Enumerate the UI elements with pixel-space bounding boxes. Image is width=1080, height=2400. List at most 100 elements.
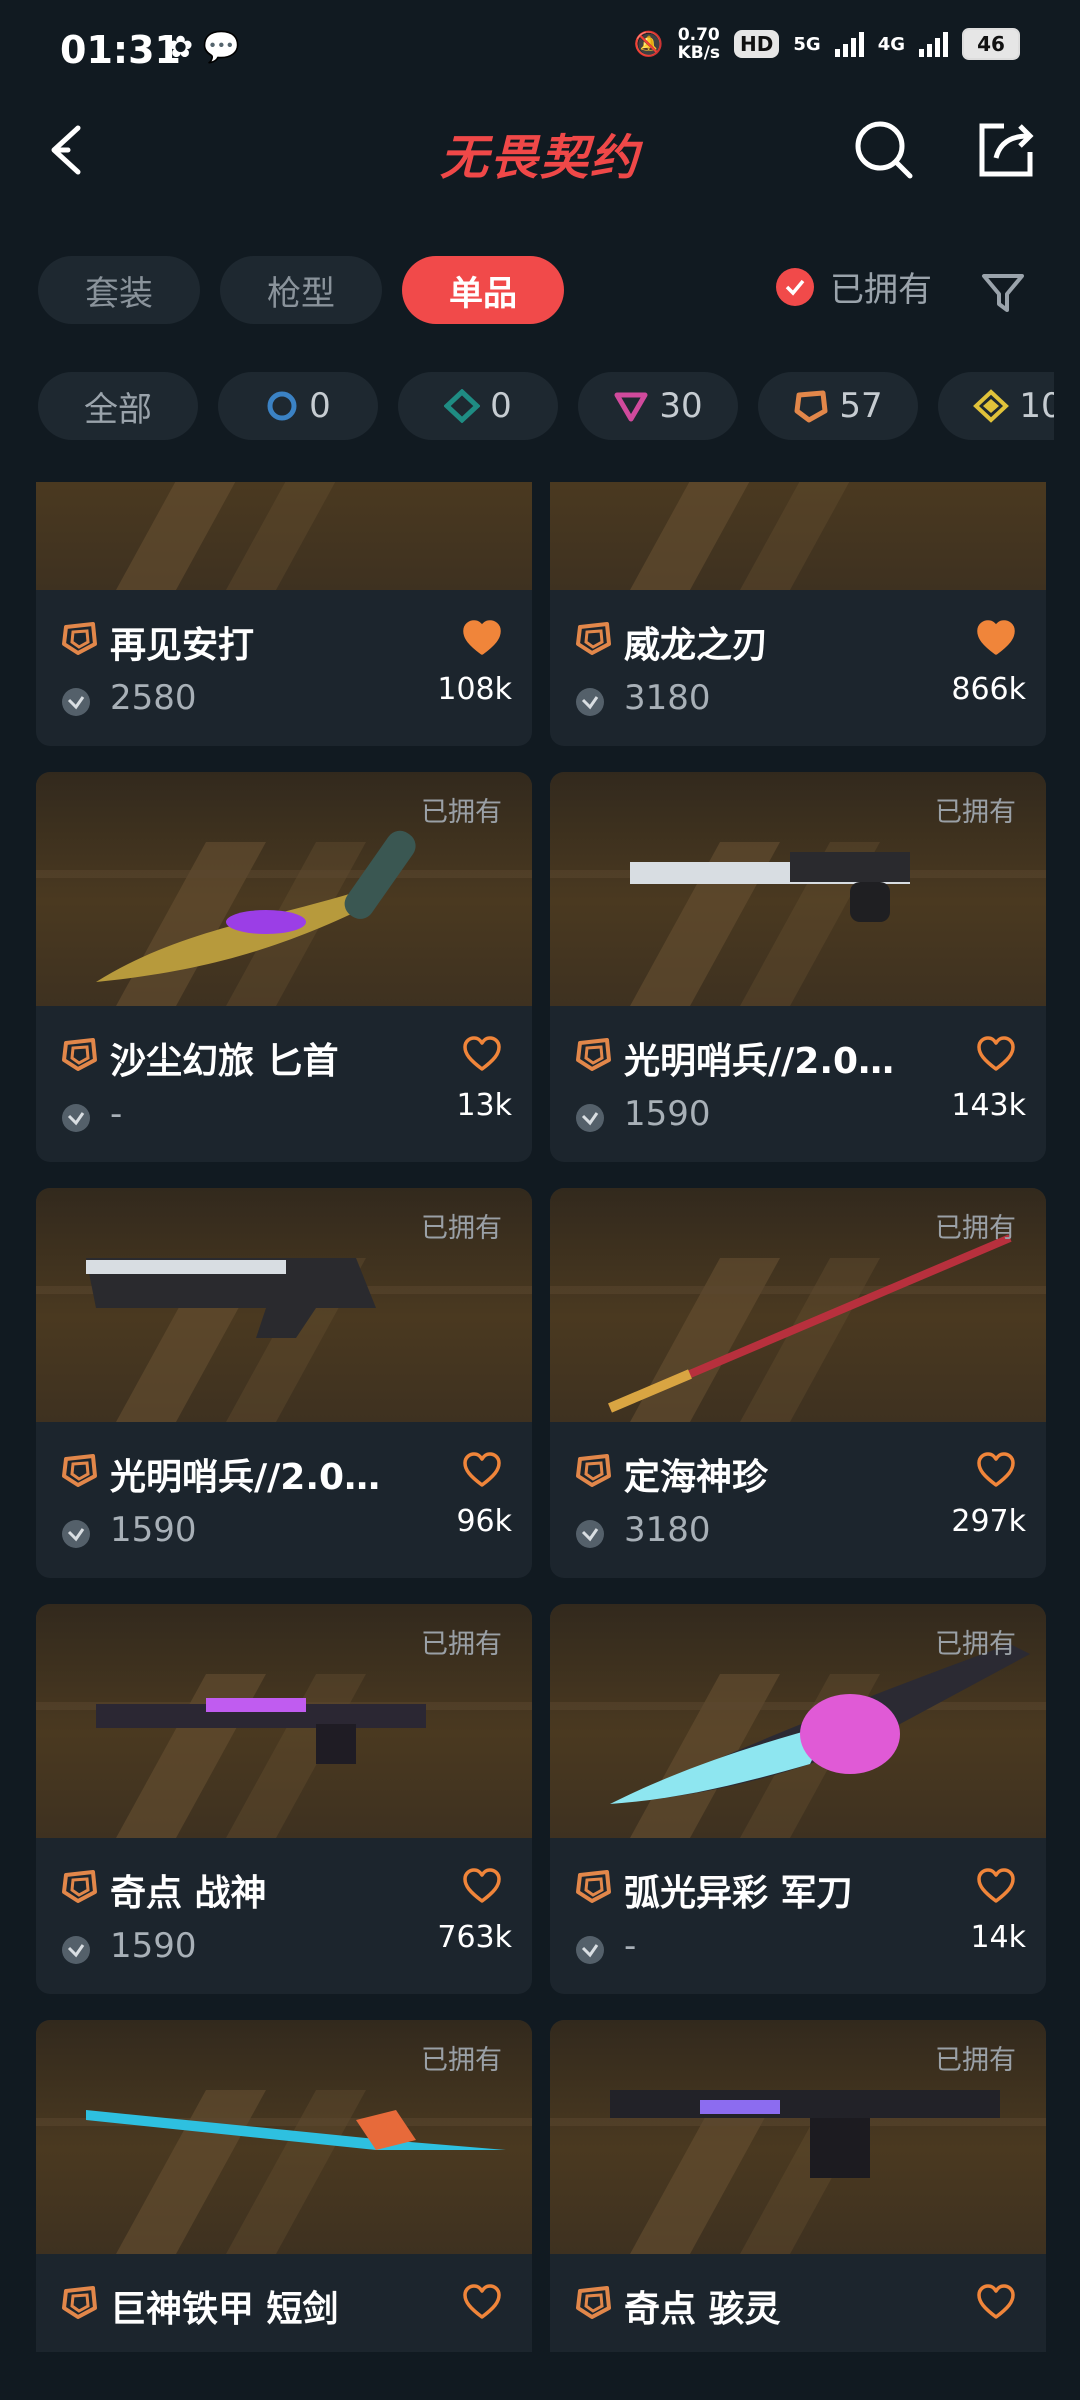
weapon-skin-image [570, 482, 1040, 586]
item-card[interactable]: 已拥有 奇点 骇灵 [550, 2020, 1046, 2352]
hd-badge: HD [734, 30, 780, 58]
chip-count: 30 [659, 386, 703, 426]
signal-icon [834, 31, 864, 57]
item-thumbnail: 已拥有 [550, 772, 1046, 1006]
valorant-points-icon [576, 688, 604, 716]
owned-label: 已拥有 [935, 1213, 1016, 1244]
owned-label: 已拥有 [421, 1213, 502, 1244]
owned-toggle[interactable]: 已拥有 [776, 262, 932, 311]
item-thumbnail: 已拥有 [550, 1188, 1046, 1422]
like-count: 866k [951, 672, 1026, 707]
like-count: 143k [951, 1088, 1026, 1123]
chip-tier-select[interactable]: 0 [218, 372, 378, 440]
category-tabs: 套装 枪型 单品 [38, 256, 564, 324]
net-speed: 0.70 KB/s [678, 26, 720, 62]
item-card[interactable]: 再见安打 2580 108k [36, 482, 532, 746]
like-count: 763k [437, 1920, 512, 1955]
item-card[interactable]: 威龙之刃 3180 866k [550, 482, 1046, 746]
blue-circle-icon [267, 391, 297, 421]
exclusive-tier-icon [62, 1038, 97, 1071]
chip-count: 0 [490, 386, 512, 426]
wechat-icon: ✿ [168, 30, 194, 65]
message-icon: 💬 [202, 30, 241, 65]
heart-icon[interactable] [462, 2284, 502, 2320]
valorant-points-icon [62, 1104, 90, 1132]
orange-pentagon-icon [794, 390, 828, 423]
chip-count: 10 [1019, 386, 1054, 426]
status-time: 01:31 [60, 28, 181, 72]
valorant-points-icon [60, 2350, 92, 2352]
heart-icon[interactable] [976, 1868, 1016, 1904]
item-price: 1590 [624, 1094, 711, 1134]
heart-icon[interactable] [462, 1452, 502, 1488]
valorant-points-icon [62, 688, 90, 716]
sig1-label: 5G [793, 33, 821, 55]
battery-icon: 46 [962, 28, 1020, 60]
owned-label: 已拥有 [935, 1629, 1016, 1660]
chip-tier-ultra[interactable]: 10 [938, 372, 1054, 440]
net-speed-unit: KB/s [677, 43, 721, 63]
exclusive-tier-icon [576, 1454, 611, 1487]
item-card[interactable]: 已拥有巨神铁甲 短剑 [36, 2020, 532, 2352]
item-price: 3180 [624, 678, 711, 718]
item-name: 巨神铁甲 短剑 [110, 2289, 339, 2330]
chip-all[interactable]: 全部 [38, 372, 198, 440]
owned-label: 已拥有 [421, 2045, 502, 2076]
item-name: 定海神珍 [624, 1457, 769, 1498]
search-icon[interactable] [852, 118, 916, 182]
item-name: 光明哨兵//2.0… [110, 1457, 381, 1498]
item-card[interactable]: 已拥有 定海神珍 3180 297k [550, 1188, 1046, 1578]
item-card[interactable]: 已拥有 弧光异彩 军刀 - 14k [550, 1604, 1046, 1994]
item-card[interactable]: 已拥有 光明哨兵//2.0… 1590 143k [550, 772, 1046, 1162]
heart-icon[interactable] [976, 2284, 1016, 2320]
heart-icon[interactable] [976, 1452, 1016, 1488]
item-thumbnail: 已拥有 [36, 1604, 532, 1838]
tab-weapon-type[interactable]: 枪型 [220, 256, 382, 324]
exclusive-tier-icon [62, 622, 97, 655]
heart-icon[interactable] [462, 1868, 502, 1904]
item-grid: 再见安打 2580 108k 威龙之刃 3180 866k 已拥有 沙尘幻旅 匕首 -13k 已拥… [36, 482, 1048, 2352]
like-count: 96k [456, 1504, 512, 1539]
weapon-skin-image [56, 482, 526, 586]
item-card[interactable]: 已拥有光明哨兵//2.0… 1590 96k [36, 1188, 532, 1578]
owned-label: 已拥有 [421, 1629, 502, 1660]
item-name: 威龙之刃 [624, 625, 769, 666]
chip-tier-deluxe[interactable]: 0 [398, 372, 558, 440]
heart-icon[interactable] [462, 620, 502, 656]
heart-icon[interactable] [976, 620, 1016, 656]
share-icon[interactable] [974, 118, 1038, 182]
notification-icons: ✿ 💬 [168, 30, 240, 65]
signal-icon-2 [919, 31, 948, 57]
heart-icon[interactable] [462, 1036, 502, 1072]
item-price: 1590 [110, 1926, 197, 1966]
sig2-label: 4G [877, 33, 905, 55]
checkmark-icon [776, 267, 814, 306]
chip-tier-exclusive[interactable]: 57 [758, 372, 918, 440]
exclusive-tier-icon [576, 622, 611, 655]
item-thumbnail: 已拥有 [36, 1188, 532, 1422]
valorant-points-icon [574, 2350, 606, 2352]
tab-single-items[interactable]: 单品 [402, 256, 564, 324]
like-count: 297k [951, 1504, 1026, 1539]
exclusive-tier-icon [576, 1870, 611, 1903]
item-name: 奇点 战神 [110, 1873, 267, 1914]
item-thumbnail [550, 482, 1046, 590]
exclusive-tier-icon [62, 1870, 97, 1903]
heart-icon[interactable] [976, 1036, 1016, 1072]
item-thumbnail: 已拥有 [550, 1604, 1046, 1838]
chip-count: 57 [839, 386, 883, 426]
item-card[interactable]: 已拥有 沙尘幻旅 匕首 - 13k [36, 772, 532, 1162]
item-price: 1590 [110, 1510, 197, 1550]
item-card[interactable]: 已拥有奇点 战神 1590 763k [36, 1604, 532, 1994]
status-bar: 01:31 ✿ 💬 🔕 0.70 KB/s HD 5G 4G 46 [0, 0, 1080, 100]
item-price: - [624, 1926, 637, 1966]
net-speed-value: 0.70 [677, 25, 720, 45]
chip-tier-premium[interactable]: 30 [578, 372, 738, 440]
valorant-points-icon [576, 1104, 604, 1132]
item-thumbnail [36, 482, 532, 590]
item-thumbnail: 已拥有 [36, 2020, 532, 2254]
item-name: 弧光异彩 军刀 [624, 1873, 853, 1914]
tab-bundles[interactable]: 套装 [38, 256, 200, 324]
filter-icon[interactable] [978, 268, 1028, 318]
valorant-points-icon [62, 1520, 90, 1548]
